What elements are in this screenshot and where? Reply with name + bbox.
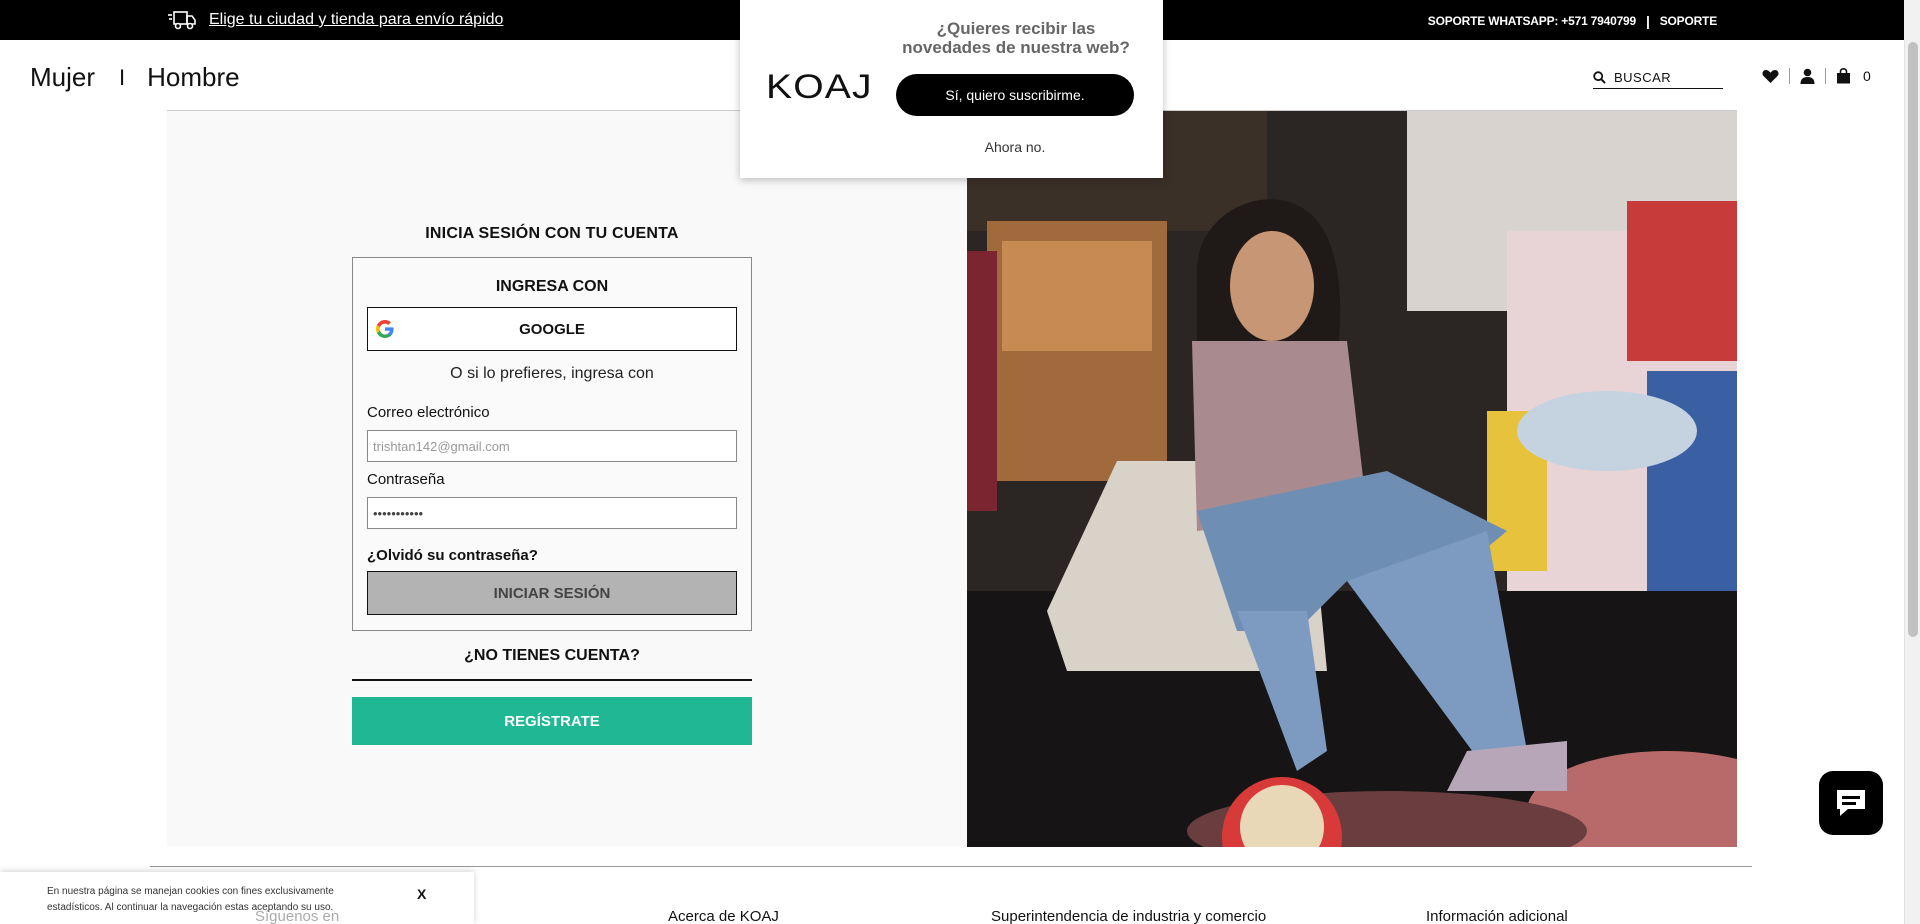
password-label: Contraseña xyxy=(367,471,445,488)
email-field[interactable] xyxy=(367,430,737,462)
bag-icon[interactable] xyxy=(1836,68,1851,84)
login-box: INGRESA CON GOOGLE O si lo prefieres, in… xyxy=(352,257,752,631)
cookie-close-button[interactable]: X xyxy=(417,886,426,902)
password-input[interactable] xyxy=(368,498,736,528)
google-button-label: GOOGLE xyxy=(519,320,585,338)
heart-icon[interactable] xyxy=(1762,69,1779,84)
truck-icon xyxy=(168,11,196,30)
search-input[interactable] xyxy=(1614,70,1714,85)
footer-about-link[interactable]: Acerca de KOAJ xyxy=(668,908,779,924)
icon-divider xyxy=(1789,68,1790,84)
support-link[interactable]: SOPORTE xyxy=(1660,14,1717,28)
user-icon[interactable] xyxy=(1800,68,1815,84)
whatsapp-support-link[interactable]: SOPORTE WHATSAPP: +571 7940799 xyxy=(1428,14,1636,28)
scrollbar-thumb[interactable] xyxy=(1908,42,1918,637)
nav-divider: I xyxy=(119,64,126,90)
register-button[interactable]: REGÍSTRATE xyxy=(352,697,752,745)
separator: | xyxy=(1646,13,1650,29)
icon-divider xyxy=(1825,68,1826,84)
footer-sic-link[interactable]: Superintendencia de industria y comercio xyxy=(991,908,1266,924)
subscribe-popup: KOAJ ¿Quieres recibir las novedades de n… xyxy=(740,0,1163,178)
signin-button[interactable]: INICIAR SESIÓN xyxy=(367,571,737,615)
page-scrollbar[interactable] xyxy=(1904,40,1920,924)
cart-count: 0 xyxy=(1863,68,1871,84)
chat-icon xyxy=(1837,790,1865,816)
email-label: Correo electrónico xyxy=(367,404,490,421)
gender-nav: Mujer I Hombre xyxy=(30,62,240,93)
alt-login-text: O si lo prefieres, ingresa con xyxy=(450,365,654,382)
footer-info-link[interactable]: Información adicional xyxy=(1426,908,1568,924)
main-content: INICIA SESIÓN CON TU CUENTA INGRESA CON … xyxy=(167,110,1737,847)
search-box[interactable] xyxy=(1593,67,1723,89)
nav-men[interactable]: Hombre xyxy=(147,62,239,93)
no-account-divider xyxy=(352,679,752,681)
login-title: INICIA SESIÓN CON TU CUENTA xyxy=(425,225,679,242)
cookie-text: En nuestra página se manejan cookies con… xyxy=(47,886,334,913)
delivery-link[interactable]: Elige tu ciudad y tienda para envío rápi… xyxy=(167,9,503,31)
email-input[interactable] xyxy=(368,431,736,461)
scrollbar-top xyxy=(1904,0,1920,40)
koaj-logo: KOAJ xyxy=(766,68,873,106)
hero-photo-illustration xyxy=(967,111,1737,847)
password-field[interactable] xyxy=(367,497,737,529)
support-links: SOPORTE WHATSAPP: +571 7940799 | SOPORTE xyxy=(1428,13,1717,29)
google-login-button[interactable]: GOOGLE xyxy=(367,307,737,351)
nav-women[interactable]: Mujer xyxy=(30,62,95,93)
subscribe-no-button[interactable]: Ahora no. xyxy=(896,139,1134,155)
header-icons: 0 xyxy=(1762,68,1871,84)
cookie-banner: Síguenos en En nuestra página se manejan… xyxy=(0,872,474,924)
no-account-heading: ¿NO TIENES CUENTA? xyxy=(464,647,640,664)
subscribe-question: ¿Quieres recibir las novedades de nuestr… xyxy=(902,19,1130,57)
subscribe-yes-button[interactable]: Sí, quiero suscribirme. xyxy=(896,74,1134,116)
delivery-link-text[interactable]: Elige tu ciudad y tienda para envío rápi… xyxy=(209,11,503,29)
search-icon[interactable] xyxy=(1593,71,1606,84)
hero-photo xyxy=(967,111,1737,847)
ingresa-con-heading: INGRESA CON xyxy=(495,278,609,295)
chat-button[interactable] xyxy=(1819,771,1883,835)
footer-divider xyxy=(150,866,1752,867)
forgot-password-link[interactable]: ¿Olvidó su contraseña? xyxy=(367,547,538,564)
google-icon xyxy=(376,320,394,338)
